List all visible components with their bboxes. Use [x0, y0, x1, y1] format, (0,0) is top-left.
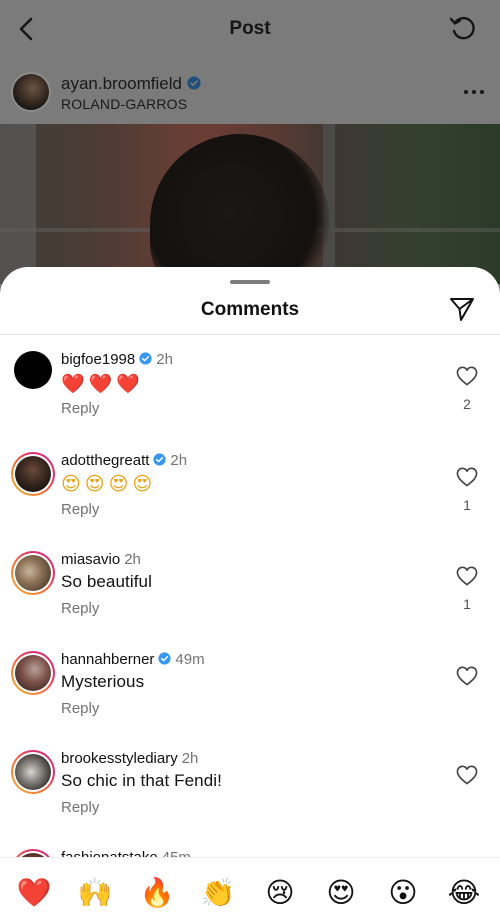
- verified-badge-icon: [187, 76, 201, 90]
- post-author-username[interactable]: ayan.broomfield: [61, 74, 182, 93]
- emoji-heart-eyes[interactable]: 😍: [321, 873, 361, 913]
- comment-header: hannahberner 49m: [61, 651, 205, 668]
- comment-time: 2h: [156, 351, 173, 368]
- commenter-username[interactable]: hannahberner: [61, 651, 154, 668]
- comment-time: 2h: [124, 551, 141, 568]
- commenter-avatar[interactable]: [11, 551, 55, 595]
- heart-like-icon[interactable]: [456, 666, 478, 686]
- emoji-crying-face[interactable]: 😢: [260, 873, 300, 913]
- share-send-icon[interactable]: [448, 295, 476, 323]
- comment-header: bigfoe1998 2h: [61, 351, 173, 368]
- emoji-surprised-face[interactable]: 😮: [383, 873, 423, 913]
- comment-item: bigfoe1998 2h ❤️❤️❤️ Reply 2: [0, 351, 500, 451]
- page-title: Post: [229, 18, 271, 39]
- reply-button[interactable]: Reply: [61, 400, 99, 417]
- commenter-username[interactable]: miasavio: [61, 551, 120, 568]
- comment-text: So chic in that Fendi!: [61, 771, 222, 790]
- comment-header: adotthegreatt 2h: [61, 452, 187, 469]
- emoji-tears-of-joy[interactable]: 😂: [444, 873, 484, 913]
- commenter-avatar[interactable]: [11, 452, 55, 496]
- comment-item: miasavio 2h So beautiful Reply 1: [0, 551, 500, 651]
- top-navigation-bar: Post: [0, 0, 500, 60]
- verified-badge-icon: [158, 652, 172, 665]
- post-header: ayan.broomfield ROLAND-GARROS: [0, 62, 500, 124]
- like-count: 1: [463, 596, 471, 612]
- heart-like-icon[interactable]: [456, 566, 478, 586]
- post-author-avatar[interactable]: [11, 72, 51, 112]
- commenter-avatar[interactable]: [11, 651, 55, 695]
- commenter-avatar[interactable]: [14, 351, 52, 389]
- heart-like-icon[interactable]: [456, 366, 478, 386]
- commenter-username[interactable]: brookesstylediary: [61, 750, 178, 767]
- verified-badge-icon: [153, 453, 166, 466]
- comment-text: 😍😍😍😍: [61, 473, 157, 495]
- comment-text: ❤️❤️❤️: [61, 373, 144, 395]
- commenter-username[interactable]: bigfoe1998: [61, 351, 135, 368]
- heart-like-icon[interactable]: [456, 765, 478, 785]
- refresh-icon[interactable]: [448, 14, 478, 44]
- image-background-pillar: [0, 124, 36, 284]
- post-location[interactable]: ROLAND-GARROS: [61, 96, 187, 112]
- comment-text: Mysterious: [61, 672, 145, 691]
- verified-badge-icon: [139, 352, 152, 365]
- post-author[interactable]: ayan.broomfield: [61, 74, 201, 94]
- comment-header: brookesstylediary 2h: [61, 750, 198, 767]
- person-silhouette: [150, 134, 330, 284]
- commenter-avatar[interactable]: [11, 750, 55, 794]
- comments-sheet: Comments bigfoe1998 2h ❤️❤️❤️ Reply 2 ado…: [0, 267, 500, 924]
- comment-item: adotthegreatt 2h 😍😍😍😍 Reply 1: [0, 452, 500, 552]
- commenter-username[interactable]: adotthegreatt: [61, 452, 149, 469]
- sheet-drag-handle[interactable]: [230, 280, 270, 284]
- reply-button[interactable]: Reply: [61, 799, 99, 816]
- comment-item: hannahberner 49m Mysterious Reply: [0, 651, 500, 751]
- comment-item: brookesstylediary 2h So chic in that Fend…: [0, 750, 500, 850]
- heart-like-icon[interactable]: [456, 467, 478, 487]
- comments-title: Comments: [200, 299, 300, 320]
- emoji-clapping-hands[interactable]: 👏: [198, 873, 238, 913]
- reply-button[interactable]: Reply: [61, 501, 99, 518]
- emoji-raising-hands[interactable]: 🙌: [75, 873, 115, 913]
- comment-time: 2h: [181, 750, 199, 767]
- comment-header: miasavio 2h: [61, 551, 141, 568]
- comment-text: So beautiful: [61, 572, 152, 591]
- comment-time: 49m: [175, 651, 205, 668]
- divider: [0, 334, 500, 335]
- quick-emoji-bar: ❤️ 🙌 🔥 👏 😢 😍 😮 😂: [0, 857, 500, 924]
- reply-button[interactable]: Reply: [61, 600, 99, 617]
- like-count: 2: [463, 396, 471, 412]
- emoji-red-heart[interactable]: ❤️: [14, 873, 54, 913]
- reply-button[interactable]: Reply: [61, 700, 99, 717]
- like-count: 1: [463, 497, 471, 513]
- more-options-icon[interactable]: [462, 80, 486, 104]
- emoji-fire[interactable]: 🔥: [137, 873, 177, 913]
- comment-time: 2h: [170, 452, 188, 469]
- post-image: [0, 124, 500, 284]
